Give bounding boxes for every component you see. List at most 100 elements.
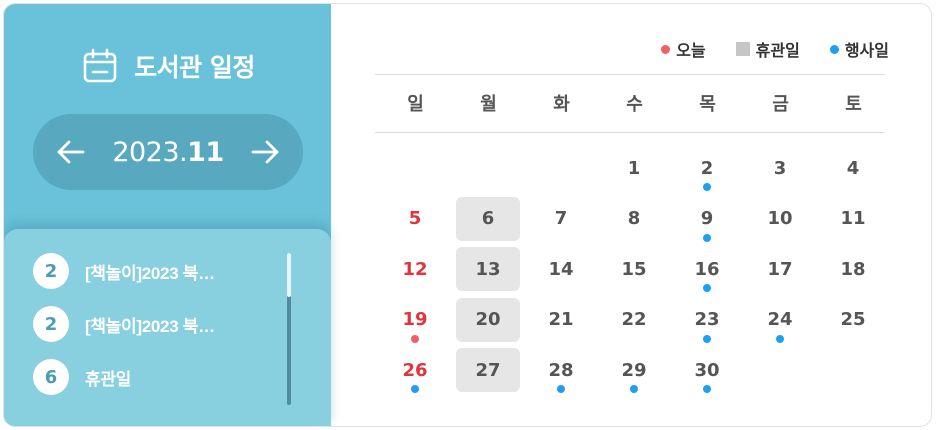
today-dot-icon: [661, 44, 671, 54]
year-text: 2023.: [112, 136, 188, 168]
prev-month-arrow-icon[interactable]: [55, 136, 87, 168]
event-marker-dot: [703, 284, 711, 293]
calendar-day[interactable]: 28: [529, 348, 593, 394]
calendar-day[interactable]: 8: [602, 197, 666, 241]
day-number: 27: [475, 359, 501, 381]
calendar-day[interactable]: 12: [383, 247, 447, 291]
holiday-square-icon: [735, 42, 750, 56]
calendar-day[interactable]: 27: [456, 348, 520, 393]
calendar-day[interactable]: 1: [602, 146, 666, 190]
day-number: 13: [475, 258, 501, 280]
calendar-day[interactable]: 11: [821, 197, 885, 241]
day-number: 25: [840, 309, 866, 331]
event-item[interactable]: 6 휴관일: [33, 359, 131, 395]
day-number: 3: [773, 157, 787, 179]
weekday-header: 일 월 화 수 목 금 토: [379, 90, 890, 116]
event-day-badge: 6: [33, 359, 69, 395]
calendar-day[interactable]: 23: [675, 298, 739, 343]
day-number: 4: [846, 157, 860, 179]
day-number: 28: [548, 359, 574, 381]
day-number: 23: [694, 309, 720, 331]
legend-holiday-label: 휴관일: [755, 41, 800, 60]
day-number: 6: [481, 208, 495, 230]
day-number: 17: [767, 258, 793, 280]
day-number: 9: [700, 208, 714, 230]
calendar-day[interactable]: 30: [675, 348, 739, 394]
day-number: 16: [694, 258, 720, 280]
calendar-day[interactable]: 5: [383, 197, 447, 241]
day-number: 21: [548, 309, 574, 331]
event-marker-dot: [411, 385, 419, 394]
day-number: 30: [694, 359, 720, 381]
title-row: 도서관 일정: [4, 44, 331, 88]
next-month-arrow-icon[interactable]: [249, 136, 281, 168]
day-number: 24: [767, 309, 793, 331]
event-day-badge: 2: [33, 253, 69, 289]
calendar-day[interactable]: 4: [821, 146, 885, 190]
today-marker-dot: [411, 334, 419, 343]
day-number: 5: [408, 208, 422, 230]
event-title: [책놀이]2023 북…: [85, 316, 215, 336]
weekday-fri: 금: [772, 94, 789, 115]
calendar-legend: 오늘 휴관일 행사일: [661, 37, 889, 61]
weekday-thu: 목: [699, 94, 716, 115]
weekday-tue: 화: [553, 94, 570, 115]
library-schedule-widget: 도서관 일정 2023.11 2 [책놀이]2023 북… 2 [책놀이]202…: [3, 3, 932, 427]
event-marker-dot: [703, 183, 711, 191]
event-marker-dot: [776, 334, 784, 343]
day-number: 19: [402, 309, 428, 331]
event-title: 휴관일: [85, 369, 132, 389]
calendar-day[interactable]: 16: [675, 247, 739, 293]
divider: [375, 132, 885, 133]
legend-holiday: 휴관일: [735, 37, 800, 61]
schedule-panel: 도서관 일정 2023.11 2 [책놀이]2023 북… 2 [책놀이]202…: [4, 4, 331, 426]
calendar-day[interactable]: 6: [456, 196, 520, 241]
calendar-panel: 오늘 휴관일 행사일 일 월 화 수 목 금 토 1 2 3 4 5 6 7 8 9 10 11 12…: [331, 4, 931, 426]
legend-today: 오늘: [661, 37, 706, 61]
divider: [375, 74, 885, 75]
weekday-mon: 월: [480, 94, 497, 115]
day-number: 20: [475, 309, 501, 331]
legend-event-label: 행사일: [844, 41, 889, 60]
day-number: 11: [840, 208, 866, 230]
calendar-day[interactable]: 17: [748, 247, 812, 291]
day-number: 12: [402, 258, 428, 280]
current-month-label: 2023.11: [112, 136, 224, 168]
legend-today-label: 오늘: [676, 41, 706, 60]
event-title: [책놀이]2023 북…: [85, 263, 215, 283]
calendar-day[interactable]: 21: [529, 298, 593, 342]
event-list-scrollbar[interactable]: [287, 253, 291, 405]
event-item[interactable]: 2 [책놀이]2023 북…: [33, 306, 215, 342]
event-marker-dot: [557, 385, 565, 394]
weekday-sun: 일: [407, 94, 424, 115]
calendar-day[interactable]: 19: [383, 298, 447, 343]
calendar-day[interactable]: 3: [748, 146, 812, 190]
calendar-day[interactable]: 10: [748, 197, 812, 241]
calendar-day[interactable]: 9: [675, 197, 739, 242]
calendar-day[interactable]: 7: [529, 197, 593, 241]
month-number: 11: [187, 136, 224, 168]
scrollbar-thumb[interactable]: [287, 253, 291, 297]
calendar-day[interactable]: 22: [602, 298, 666, 342]
event-item[interactable]: 2 [책놀이]2023 북…: [33, 253, 215, 289]
day-number: 8: [627, 208, 641, 230]
legend-event: 행사일: [829, 37, 889, 61]
calendar-day[interactable]: 2: [675, 146, 739, 191]
calendar-day[interactable]: 13: [456, 247, 520, 292]
day-number: 29: [621, 359, 647, 381]
calendar-day[interactable]: 26: [383, 348, 447, 394]
page-title: 도서관 일정: [134, 53, 255, 82]
day-number: 1: [627, 157, 641, 179]
event-day-badge: 2: [33, 306, 69, 342]
calendar-day[interactable]: 25: [821, 298, 885, 342]
event-dot-icon: [829, 44, 839, 54]
calendar-day[interactable]: 15: [602, 247, 666, 291]
calendar-day[interactable]: 20: [456, 297, 520, 342]
calendar-day[interactable]: 18: [821, 247, 885, 291]
day-number: 15: [621, 258, 647, 280]
calendar-day[interactable]: 29: [602, 348, 666, 394]
calendar-day[interactable]: 14: [529, 247, 593, 291]
calendar-day[interactable]: 24: [748, 298, 812, 343]
event-marker-dot: [703, 385, 711, 394]
month-navigator: 2023.11: [33, 114, 303, 190]
